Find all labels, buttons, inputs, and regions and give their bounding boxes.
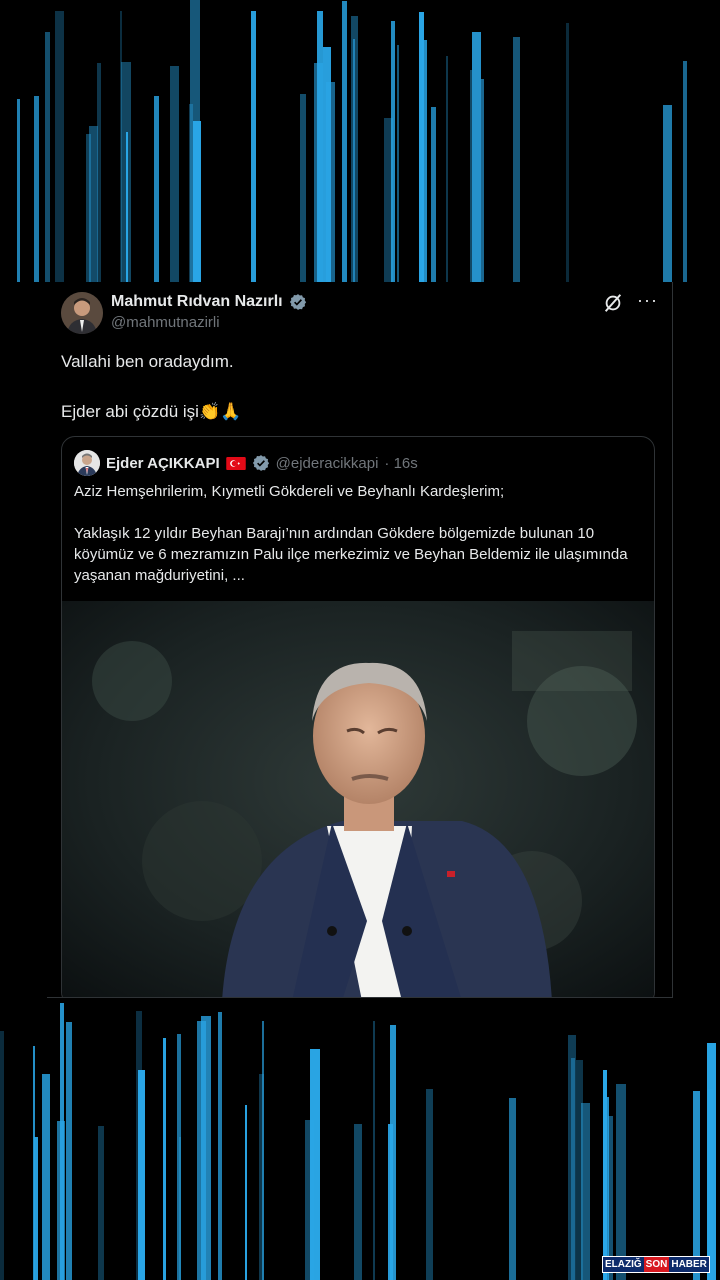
verified-badge-icon <box>289 294 306 310</box>
watermark-part-3: HABER <box>669 1257 709 1272</box>
quoted-tweet[interactable]: Ejder AÇIKKAPI @ejderacikkapi · 16s Aziz… <box>61 436 655 997</box>
background-stripe <box>616 1084 626 1280</box>
more-icon[interactable]: ··· <box>637 290 658 311</box>
background-stripe <box>201 1016 211 1280</box>
background-stripe <box>170 66 179 282</box>
background-stripe <box>472 32 481 282</box>
background-stripe <box>354 1124 362 1280</box>
background-stripe <box>34 1137 38 1280</box>
background-stripe <box>384 118 393 282</box>
background-stripe <box>120 11 122 282</box>
quoted-author-handle[interactable]: @ejderacikkapi <box>276 455 379 472</box>
author-name[interactable]: Mahmut Rıdvan Nazırlı <box>111 293 283 311</box>
background-stripe <box>179 1137 181 1280</box>
background-stripe <box>89 126 98 282</box>
tweet-card: Mahmut Rıdvan Nazırlı @mahmutnazirli ···… <box>47 282 673 998</box>
background-stripe <box>683 61 687 282</box>
background-stripe <box>373 1021 375 1280</box>
background-stripe <box>397 45 399 282</box>
tweet-header: Mahmut Rıdvan Nazırlı @mahmutnazirli ··· <box>61 290 658 336</box>
author-avatar[interactable] <box>61 292 103 334</box>
background-stripe <box>431 107 436 282</box>
background-stripe <box>17 99 20 282</box>
background-stripe <box>0 1031 4 1280</box>
background-stripe <box>707 1043 716 1280</box>
background-stripe <box>568 1035 576 1280</box>
background-stripe <box>300 94 306 282</box>
background-stripe <box>314 63 323 282</box>
watermark-part-2: SON <box>643 1257 670 1272</box>
background-stripe <box>218 1012 222 1280</box>
author-handle[interactable]: @mahmutnazirli <box>111 314 220 331</box>
tweet-text-line-2: Ejder abi çözdü işi👏🙏 <box>61 402 242 421</box>
quoted-author-name[interactable]: Ejder AÇIKKAPI <box>106 455 220 472</box>
background-stripe <box>121 62 131 282</box>
background-stripe <box>693 1091 700 1280</box>
background-stripe <box>566 23 569 282</box>
background-stripe <box>576 1060 583 1280</box>
background-stripe <box>323 47 331 282</box>
quoted-paragraph-1: Aziz Hemşehrilerim, Kıymetli Gökdereli v… <box>74 483 505 500</box>
background-stripe <box>603 1070 607 1280</box>
background-stripe <box>509 1098 516 1280</box>
background-stripe <box>154 96 159 282</box>
background-stripe <box>470 70 472 282</box>
background-stripe <box>426 1089 433 1280</box>
background-stripe <box>42 1074 50 1280</box>
background-stripe <box>353 39 355 282</box>
background-stripe <box>45 32 50 282</box>
tweet-text-line-1: Vallahi ben oradaydım. <box>61 352 234 371</box>
background-stripe <box>190 0 200 282</box>
background-stripe <box>34 96 39 282</box>
background-stripe <box>481 79 484 282</box>
background-stripe <box>446 56 448 282</box>
quoted-photo[interactable] <box>62 601 654 997</box>
background-stripe <box>419 12 424 282</box>
turkey-flag-icon <box>225 456 246 470</box>
background-stripe <box>163 1038 166 1280</box>
background-stripe <box>259 1074 264 1280</box>
background-stripe <box>98 1126 104 1280</box>
quoted-timestamp[interactable]: · 16s <box>384 455 417 472</box>
background-stripe <box>136 1011 142 1280</box>
background-stripe <box>251 11 256 282</box>
quoted-verified-badge-icon <box>252 455 269 471</box>
background-stripe <box>245 1105 247 1280</box>
background-stripe <box>60 1003 64 1280</box>
watermark-part-1: ELAZIĞ <box>603 1257 644 1272</box>
quoted-author-avatar[interactable] <box>74 450 100 476</box>
quoted-text: Aziz Hemşehrilerim, Kıymetli Gökdereli v… <box>74 481 644 607</box>
background-stripe <box>342 1 347 282</box>
background-stripe <box>55 11 64 282</box>
background-stripe <box>390 1025 396 1280</box>
brand-watermark: ELAZIĞ SON HABER <box>602 1256 710 1273</box>
background-stripe <box>663 105 672 282</box>
grok-icon[interactable] <box>602 292 624 314</box>
background-stripe <box>513 37 520 282</box>
background-stripe <box>305 1120 314 1280</box>
background-stripe <box>66 1022 72 1280</box>
quoted-paragraph-2: Yaklaşık 12 yıldır Beyhan Barajı’nın ard… <box>74 525 628 584</box>
